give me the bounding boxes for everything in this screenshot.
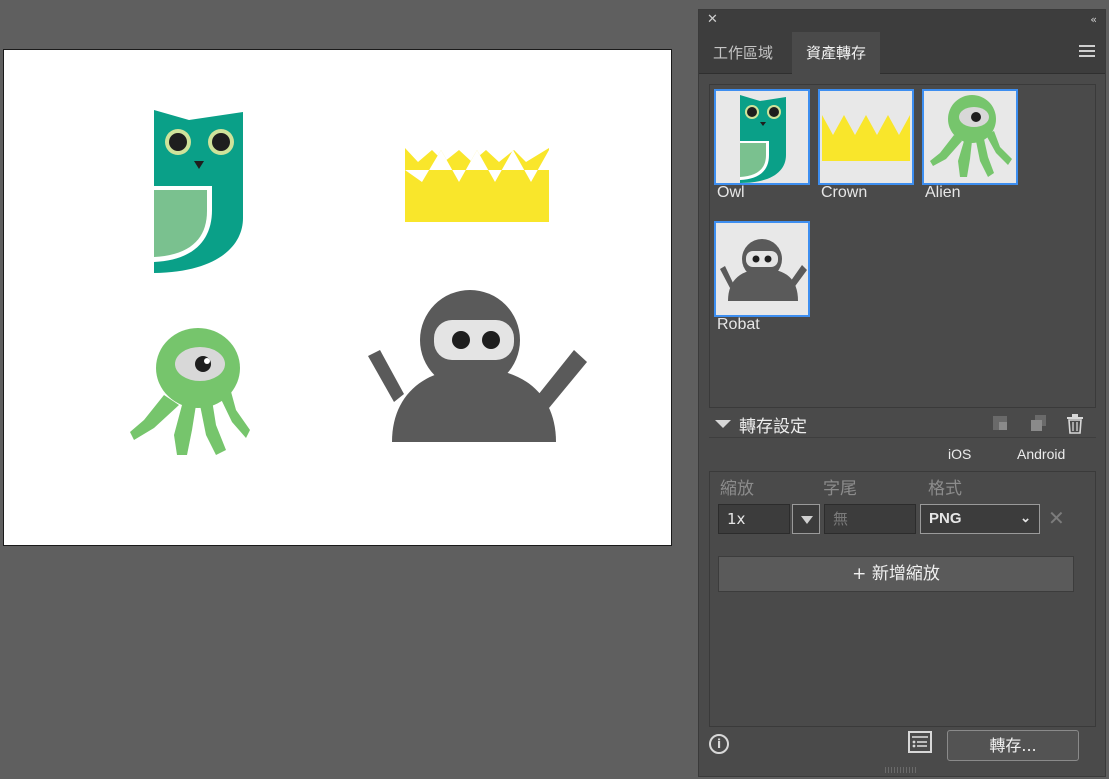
owl-artwork[interactable] (154, 110, 243, 273)
resize-grip[interactable] (885, 767, 917, 773)
format-column-label: 格式 (928, 479, 962, 499)
asset-thumbnail-owl[interactable] (714, 89, 810, 185)
asset-label-alien[interactable]: Alien (925, 184, 961, 202)
move-to-artboard-icon[interactable] (991, 414, 1009, 432)
platform-ios[interactable]: iOS (948, 446, 971, 462)
crown-artwork[interactable] (405, 148, 549, 222)
asset-export-panel: ✕ ‹‹ 工作區域 資產轉存 Owl Crown Alien Robat 轉存設… (698, 9, 1106, 777)
asset-label-robot[interactable]: Robat (717, 316, 760, 334)
export-options-icon[interactable] (908, 731, 932, 753)
alien-icon (930, 95, 1012, 177)
asset-label-crown[interactable]: Crown (821, 184, 867, 202)
panel-titlebar: ✕ ‹‹ (699, 10, 1105, 32)
remove-scale-icon[interactable]: ✕ (1048, 506, 1065, 530)
scale-input[interactable]: 1x (718, 504, 790, 534)
asset-thumbnail-alien[interactable] (922, 89, 1018, 185)
close-icon[interactable]: ✕ (707, 12, 718, 27)
alien-artwork[interactable] (130, 328, 250, 455)
asset-label-owl[interactable]: Owl (717, 184, 745, 202)
artboard-canvas (130, 110, 587, 455)
scale-settings: 縮放 字尾 格式 1x 無 PNG ⌄ ✕ + 新增縮放 (709, 471, 1096, 727)
collapse-icon[interactable]: ‹‹ (1090, 13, 1097, 26)
suffix-input[interactable]: 無 (824, 504, 916, 534)
owl-icon (740, 95, 786, 183)
artboard[interactable] (3, 49, 672, 546)
robot-artwork[interactable] (368, 290, 587, 442)
tab-asset-export[interactable]: 資產轉存 (792, 32, 881, 74)
asset-grid: Owl Crown Alien Robat (709, 84, 1096, 408)
robot-icon (720, 239, 807, 301)
panel-menu-icon[interactable] (1079, 45, 1095, 59)
scale-dropdown[interactable] (792, 504, 820, 534)
platform-android[interactable]: Android (1017, 446, 1065, 462)
tab-artboards[interactable]: 工作區域 (699, 32, 787, 74)
export-button[interactable]: 轉存... (947, 730, 1079, 761)
export-settings-title: 轉存設定 (739, 417, 807, 437)
info-icon[interactable]: i (709, 734, 729, 754)
duplicate-icon[interactable] (1029, 414, 1047, 432)
export-settings-header: 轉存設定 (709, 410, 1096, 438)
chevron-down-icon: ⌄ (1020, 510, 1031, 525)
suffix-column-label: 字尾 (823, 479, 857, 499)
trash-icon[interactable] (1066, 414, 1084, 434)
asset-thumbnail-robot[interactable] (714, 221, 810, 317)
asset-thumbnail-crown[interactable] (818, 89, 914, 185)
scale-column-label: 縮放 (720, 479, 754, 499)
format-select[interactable]: PNG ⌄ (920, 504, 1040, 534)
format-value: PNG (929, 510, 962, 527)
crown-icon (822, 115, 910, 161)
triangle-down-icon[interactable] (715, 420, 731, 428)
add-scale-button[interactable]: + 新增縮放 (718, 556, 1074, 592)
panel-tabbar: 工作區域 資產轉存 (699, 32, 1105, 74)
